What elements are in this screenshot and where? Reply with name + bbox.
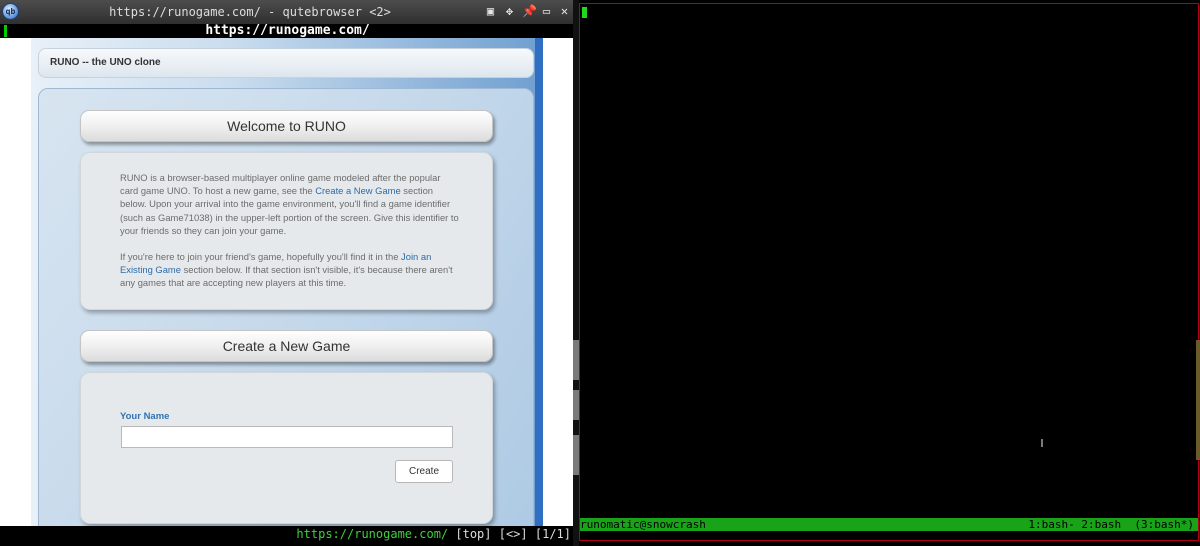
- window-title: https://runogame.com/ - qutebrowser <2>: [109, 5, 391, 19]
- site-header: RUNO -- the UNO clone: [38, 48, 534, 78]
- site-title: RUNO -- the UNO clone: [50, 57, 161, 68]
- text-cursor-icon: I: [1040, 437, 1044, 450]
- create-game-heading: Create a New Game: [80, 330, 493, 362]
- qutebrowser-window: qb https://runogame.com/ - qutebrowser <…: [0, 0, 575, 546]
- terminal-window[interactable]: I runomatic@snowcrash 1:bash- 2:bash (3:…: [579, 3, 1199, 541]
- status-tabs: [1/1]: [534, 527, 571, 541]
- url-bar[interactable]: https://runogame.com/: [0, 24, 575, 38]
- tmux-status-bar: runomatic@snowcrash 1:bash- 2:bash (3:ba…: [580, 518, 1198, 531]
- create-game-link[interactable]: Create a New Game: [315, 185, 400, 196]
- name-label: Your Name: [120, 411, 170, 422]
- status-bar: https://runogame.com/ [top] [<>] [1/1]: [0, 526, 575, 542]
- welcome-text: RUNO is a browser-based multiplayer onli…: [120, 171, 460, 290]
- terminal-cursor: [582, 7, 587, 18]
- browser-viewport[interactable]: RUNO -- the UNO clone Welcome to RUNO RU…: [0, 38, 573, 526]
- url-text: https://runogame.com/: [205, 23, 370, 38]
- status-history: [<>]: [498, 527, 528, 541]
- tab-indicator: [4, 25, 7, 37]
- pin-icon[interactable]: 📌: [522, 5, 537, 18]
- welcome-paragraph-2: If you're here to join your friend's gam…: [120, 251, 453, 289]
- tmux-session-name: runomatic@snowcrash: [580, 518, 706, 531]
- edge-mark: [1196, 340, 1200, 460]
- tile-icon[interactable]: ▣: [484, 5, 497, 18]
- move-icon[interactable]: ✥: [503, 5, 516, 18]
- close-icon[interactable]: ✕: [558, 5, 571, 18]
- name-input[interactable]: [121, 426, 453, 448]
- create-button[interactable]: Create: [395, 460, 453, 483]
- welcome-section: RUNO is a browser-based multiplayer onli…: [80, 152, 493, 310]
- maximize-icon[interactable]: ▭: [540, 5, 553, 18]
- welcome-heading: Welcome to RUNO: [80, 110, 493, 142]
- status-scroll: [top]: [455, 527, 492, 541]
- window-titlebar: qb https://runogame.com/ - qutebrowser <…: [0, 0, 575, 24]
- status-url: https://runogame.com/: [296, 527, 449, 541]
- create-game-section: Your Name Create: [80, 372, 493, 524]
- welcome-paragraph-1: RUNO is a browser-based multiplayer onli…: [120, 172, 459, 236]
- tmux-window-list[interactable]: 1:bash- 2:bash (3:bash*): [1028, 518, 1194, 531]
